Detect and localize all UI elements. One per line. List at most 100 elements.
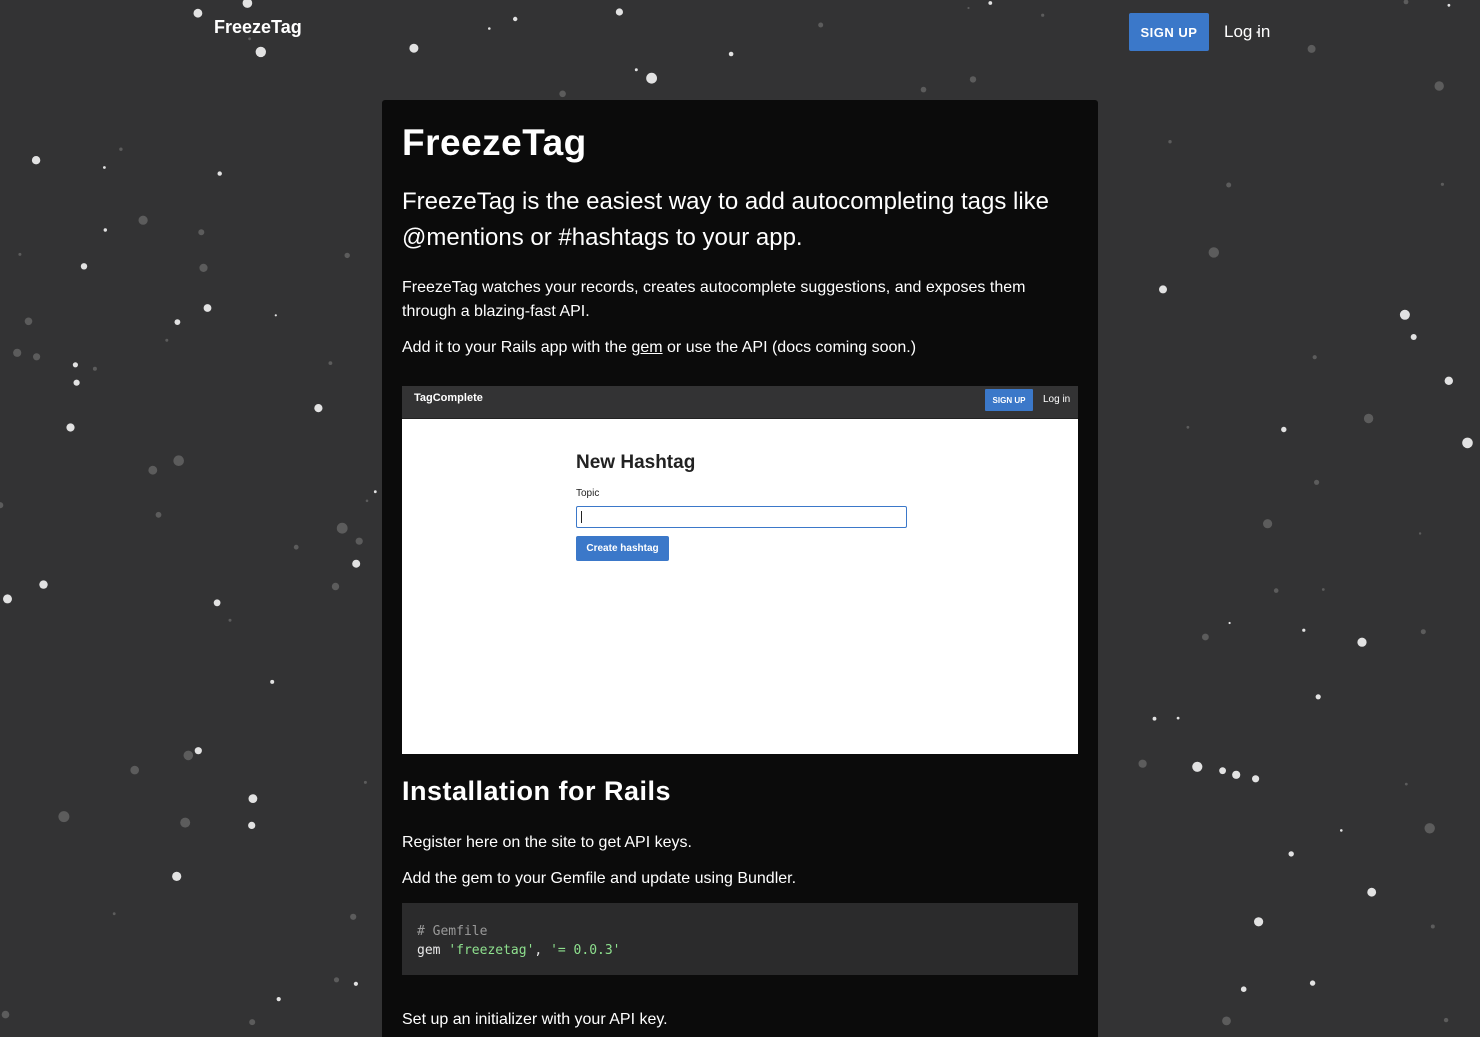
snowflake [31, 156, 41, 165]
snowflake [1434, 81, 1444, 91]
code-separator: , [534, 943, 551, 958]
snowflake [1273, 588, 1279, 593]
snowflake [328, 361, 333, 365]
snowflake [1340, 829, 1343, 832]
snowflake [1302, 628, 1306, 632]
snowflake [969, 76, 977, 83]
snowflake [1168, 140, 1172, 144]
snowflake [174, 319, 181, 325]
snowflake [350, 913, 357, 920]
snowflake [1254, 917, 1264, 927]
installation-heading: Installation for Rails [402, 776, 672, 806]
brand-logo-link[interactable]: FreezeTag [214, 17, 302, 38]
gemfile-code-block: # Gemfile gem 'freezetag', '= 0.0.3' [402, 903, 1078, 975]
snowflake [1288, 851, 1294, 857]
snowflake [336, 522, 348, 534]
snowflake [148, 465, 158, 475]
snowflake [1176, 716, 1180, 720]
snowflake [73, 379, 80, 386]
screenshot-brand: TagComplete [414, 392, 483, 404]
snowflake [228, 618, 232, 622]
snowflake [1367, 887, 1377, 897]
snowflake [194, 747, 202, 755]
snowflake [1222, 1016, 1231, 1026]
snowflake [1357, 637, 1367, 647]
lead-paragraph: FreezeTag is the easiest way to add auto… [402, 188, 1050, 251]
snowflake [199, 263, 208, 272]
snowflake [58, 811, 70, 823]
snowflake [80, 263, 88, 270]
snowflake [1232, 770, 1241, 779]
snowflake [13, 348, 22, 357]
snowflake [1404, 782, 1408, 786]
snowflake [138, 215, 148, 225]
snowflake [165, 338, 169, 342]
snowflake [72, 362, 78, 368]
code-line: gem 'freezetag', '= 0.0.3' [417, 941, 621, 960]
usage-text-before: Add it to your Rails app with the [402, 339, 632, 356]
snowflake [248, 794, 258, 803]
snowflake [248, 821, 256, 830]
snowflake [1444, 376, 1454, 385]
snowflake [24, 317, 33, 326]
app-screenshot: TagComplete SIGN UP Log in New Hashtag T… [402, 386, 1078, 754]
snowflake [1399, 309, 1410, 320]
snowflake [1443, 1017, 1449, 1023]
code-keyword: gem [417, 943, 449, 958]
snowflake [172, 871, 182, 882]
snowflake [1219, 767, 1226, 775]
log-in-link[interactable]: Log in [1224, 22, 1270, 42]
snowflake [0, 502, 4, 509]
snowflake [1315, 694, 1321, 700]
snowflake [180, 817, 191, 828]
screenshot-sign-up-button: SIGN UP [985, 389, 1033, 411]
snowflake [1424, 823, 1435, 834]
snowflake [276, 997, 281, 1002]
snowflake [1228, 621, 1231, 625]
code-gem-name: 'freezetag' [448, 943, 535, 958]
snowflake [1192, 761, 1203, 772]
screenshot-heading: New Hashtag [576, 452, 696, 473]
snowflake [183, 750, 194, 761]
snowflake [1208, 247, 1220, 258]
snowflake [1314, 479, 1320, 485]
snowflake [1462, 437, 1473, 449]
snowflake [270, 679, 275, 684]
snowflake [92, 366, 97, 371]
snowflake [130, 765, 139, 775]
snowflake [66, 423, 75, 432]
snowflake [33, 353, 41, 361]
snowflake [249, 1019, 256, 1026]
snowflake [1263, 519, 1273, 529]
snowflake [103, 228, 108, 232]
snowflake [344, 252, 350, 259]
snowflake [213, 599, 221, 607]
sign-up-button[interactable]: SIGN UP [1129, 13, 1209, 51]
code-comment: # Gemfile [417, 924, 488, 939]
snowflake [1440, 182, 1444, 186]
code-gem-version: '= 0.0.3' [550, 943, 621, 958]
snowflake [1312, 355, 1317, 360]
snowflake [920, 86, 927, 93]
usage-paragraph: Add it to your Rails app with the gem or… [402, 336, 916, 360]
screenshot-create-hashtag-button: Create hashtag [576, 536, 669, 561]
snowflake [155, 511, 162, 518]
snowflake [1281, 426, 1287, 433]
screenshot-navbar: TagComplete SIGN UP Log in [402, 386, 1078, 419]
page-title: FreezeTag [402, 122, 587, 163]
snowflake [198, 229, 205, 236]
snowflake [173, 455, 184, 467]
snowflake [217, 171, 222, 176]
main-content-card: FreezeTag FreezeTag is the easiest way t… [382, 100, 1098, 1037]
snowflake [103, 166, 106, 169]
snowflake [1363, 413, 1374, 424]
screenshot-topic-input [576, 506, 907, 528]
snowflake [1152, 716, 1157, 721]
snowflake [1309, 980, 1316, 986]
snowflake [634, 68, 638, 72]
gem-link[interactable]: gem [631, 339, 662, 356]
snowflake [363, 780, 367, 784]
snowflake [274, 314, 277, 317]
snowflake [1, 1010, 10, 1019]
snowflake [1186, 425, 1190, 429]
